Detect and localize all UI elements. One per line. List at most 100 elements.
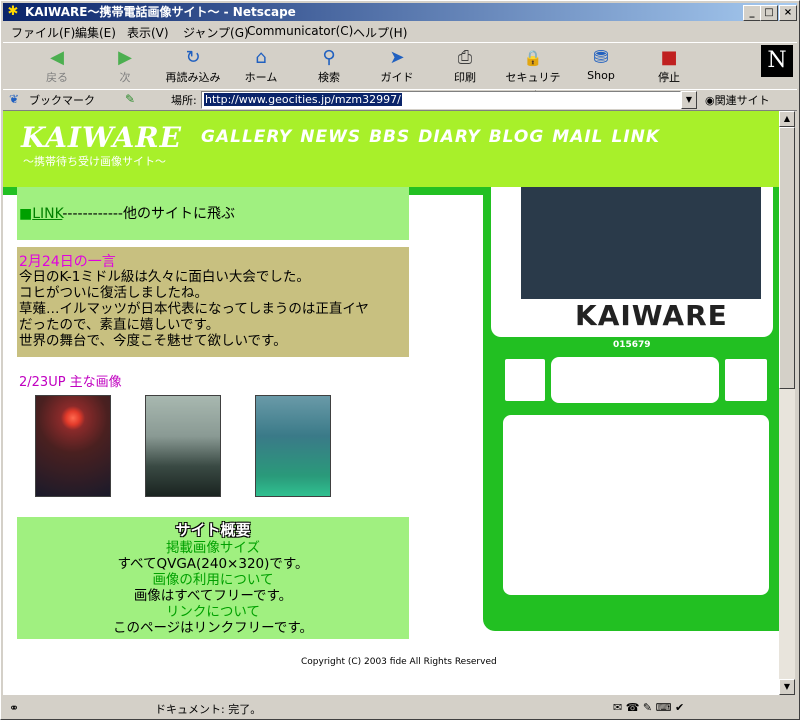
shop-icon: ⛃ (593, 47, 609, 68)
side-photo (521, 187, 761, 299)
netscape-app-icon: ✱ (7, 4, 19, 19)
link-description: 他のサイトに飛ぶ (122, 206, 235, 222)
search-label: 検索 (318, 71, 340, 84)
bookmark-icon: ❦ (9, 92, 20, 106)
url-dropdown-button[interactable]: ▼ (681, 91, 697, 109)
daily-comment-title: 2月24日の一言 (19, 254, 116, 270)
related-sites-button[interactable]: ◉関連サイト (705, 92, 770, 108)
comment-line: コヒがついに復活しましたね。 (19, 285, 208, 301)
status-bar: ⚭ ドキュメント: 完了。 ✉ ☎ ✎ ⌨ ✔ (3, 699, 797, 717)
side-content-box (503, 415, 769, 595)
home-label: ホーム (244, 71, 278, 84)
scroll-down-button[interactable]: ▼ (779, 679, 795, 695)
page-content: KAIWARE ～携帯待ち受け画像サイト～ GALLERY NEWS BBS DIAR… (3, 111, 779, 695)
side-panel: KAIWARE 015679 (483, 187, 779, 631)
maximize-button[interactable]: □ (760, 5, 778, 21)
forward-label: 次 (119, 71, 131, 84)
site-banner: KAIWARE ～携帯待ち受け画像サイト～ GALLERY NEWS BBS DIAR… (3, 111, 779, 195)
side-box-left (505, 359, 545, 401)
forward-icon: ▶ (118, 47, 132, 68)
browser-window: ✱ KAIWARE～携帯電話画像サイト～ - Netscape _ □ × ファ… (0, 0, 800, 720)
summary-line[interactable]: 画像の利用について (17, 572, 409, 588)
menu-bar: ファイル(F) 編集(E) 表示(V) ジャンプ(G) Communicator… (3, 22, 797, 40)
daily-comment-box: 2月24日の一言 今日のK-1ミドル級は久々に面白い大会でした。 コヒがついに復… (17, 247, 409, 357)
nav-gallery[interactable]: GALLERY (201, 127, 292, 147)
stop-icon: ■ (660, 47, 678, 68)
reload-button[interactable]: ↻ 再読み込み (163, 47, 223, 87)
shop-button[interactable]: ⛃ Shop (571, 47, 631, 87)
bullet-icon: ■ (19, 206, 33, 222)
guide-label: ガイド (380, 71, 414, 84)
location-label: 場所: (171, 94, 197, 107)
stop-button[interactable]: ■ 停止 (639, 47, 699, 87)
link-menu-row: ■LINK------------他のサイトに飛ぶ (19, 203, 235, 223)
thumbnail-powerline[interactable] (145, 395, 221, 497)
scroll-up-button[interactable]: ▲ (779, 111, 795, 127)
guide-button[interactable]: ➤ ガイド (367, 47, 427, 87)
minimize-button[interactable]: _ (743, 5, 761, 21)
status-text: ドキュメント: 完了。 (155, 703, 262, 716)
site-logo[interactable]: KAIWARE (21, 121, 182, 154)
url-input[interactable]: http://www.geocities.jp/mzm32997/ (201, 91, 681, 109)
component-bar-icons[interactable]: ✉ ☎ ✎ ⌨ ✔ (613, 701, 684, 714)
comment-line: 今日のK-1ミドル級は久々に面白い大会でした。 (19, 269, 310, 285)
home-icon: ⌂ (255, 47, 267, 68)
update-heading: 2/23UP 主な画像 (19, 375, 122, 390)
link-page-link[interactable]: LINK (32, 206, 62, 222)
menu-go[interactable]: ジャンプ(G) (183, 24, 249, 41)
nav-mail[interactable]: MAIL (552, 127, 603, 147)
close-button[interactable]: × (779, 5, 797, 21)
navigation-toolbar: ◀戻る ▶次 ↻再読み込み ⌂ホーム ⚲検索 ➤ガイド ⎙印刷 🔒セキュリティ … (3, 42, 797, 100)
vertical-scrollbar[interactable]: ▲ ▼ (779, 111, 795, 695)
window-title: KAIWARE～携帯電話画像サイト～ - Netscape (25, 5, 296, 19)
scroll-thumb[interactable] (779, 127, 795, 389)
menu-communicator[interactable]: Communicator(C) (247, 24, 353, 38)
nav-bbs[interactable]: BBS (369, 127, 410, 147)
guide-icon: ➤ (389, 47, 405, 68)
print-icon: ⎙ (457, 47, 473, 68)
nav-blog[interactable]: BLOG (489, 127, 545, 147)
side-logo: KAIWARE (575, 299, 728, 332)
connection-icon: ⚭ (9, 701, 20, 715)
comment-line: 草薙…イルマッツが日本代表になってしまうのは正直イヤ (19, 301, 369, 317)
menu-file[interactable]: ファイル(F) (11, 24, 75, 41)
comment-line: だったので、素直に嬉しいです。 (19, 317, 220, 333)
print-label: 印刷 (454, 71, 476, 84)
back-button[interactable]: ◀ 戻る (27, 47, 87, 87)
menu-help[interactable]: ヘルプ(H) (353, 24, 407, 41)
thumbnail-sunset[interactable] (35, 395, 111, 497)
location-toolbar: ❦ ブックマーク ✎ 場所: http://www.geocities.jp/m… (3, 89, 797, 111)
shop-label: Shop (587, 69, 615, 82)
forward-button[interactable]: ▶ 次 (95, 47, 155, 87)
title-bar: ✱ KAIWARE～携帯電話画像サイト～ - Netscape _ □ × (3, 3, 797, 21)
site-nav: GALLERY NEWS BBS DIARY BLOG MAIL LINK (201, 127, 668, 147)
menu-edit[interactable]: 編集(E) (75, 24, 116, 41)
summary-line: 画像はすべてフリーです。 (133, 588, 293, 604)
summary-title: サイト概要 (175, 521, 251, 539)
nav-diary[interactable]: DIARY (418, 127, 480, 147)
nav-link[interactable]: LINK (612, 127, 661, 147)
search-button[interactable]: ⚲ 検索 (299, 47, 359, 87)
netscape-logo[interactable]: N (761, 45, 793, 77)
summary-line[interactable]: リンクについて (17, 604, 409, 620)
summary-line[interactable]: 掲載画像サイズ (17, 540, 409, 556)
menu-view[interactable]: 表示(V) (127, 24, 169, 41)
bookmarks-button[interactable]: ブックマーク (29, 92, 95, 108)
link-dashes: ------------ (62, 206, 123, 222)
reload-icon: ↻ (185, 47, 201, 68)
home-button[interactable]: ⌂ ホーム (231, 47, 291, 87)
thumbnail-aquarium[interactable] (255, 395, 331, 497)
copyright: Copyright (C) 2003 fide All Rights Reser… (301, 657, 497, 667)
print-button[interactable]: ⎙ 印刷 (435, 47, 495, 87)
stop-label: 停止 (658, 71, 680, 84)
menu-list-box: ■LINK------------他のサイトに飛ぶ (17, 187, 409, 240)
nav-news[interactable]: NEWS (300, 127, 361, 147)
page-proxy-icon[interactable]: ✎ (125, 92, 135, 106)
side-box-center (551, 357, 719, 403)
security-button[interactable]: 🔒セキュリティ (503, 47, 563, 100)
site-tagline: ～携帯待ち受け画像サイト～ (23, 155, 166, 168)
url-text: http://www.geocities.jp/mzm32997/ (204, 93, 402, 106)
lock-icon: 🔒 (523, 49, 543, 67)
reload-label: 再読み込み (165, 71, 221, 84)
access-counter: 015679 (613, 340, 651, 350)
